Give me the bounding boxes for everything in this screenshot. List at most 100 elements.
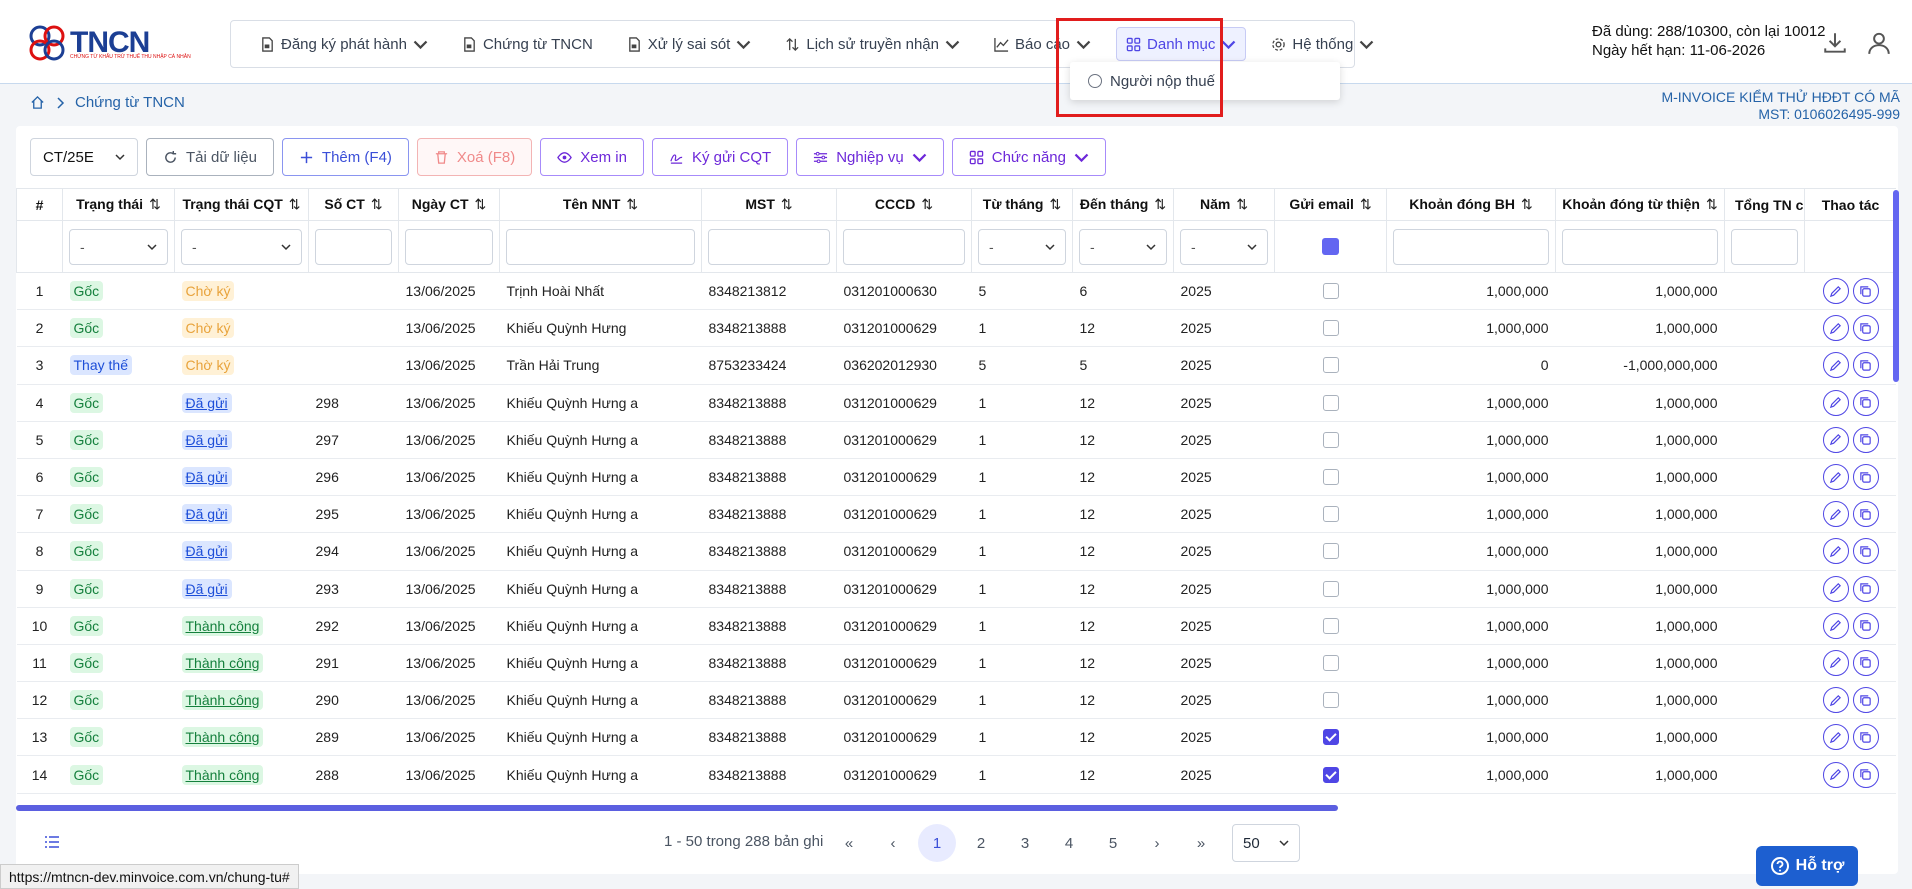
table-row[interactable]: 3 Thay thế Chờ ký 13/06/2025 Trần Hải Trung 8… [16,346,1896,385]
vertical-scrollbar[interactable] [1893,190,1899,382]
table-row[interactable]: 11 Gốc Thành công 291 13/06/2025 Khiếu Quỳnh … [16,644,1896,683]
home-icon[interactable] [30,95,45,110]
user-icon[interactable] [1866,30,1892,56]
download-icon[interactable] [1822,30,1848,56]
sort-icon[interactable]: ⇅ [1706,196,1718,212]
cqt-status-filter[interactable]: - [181,228,302,265]
sort-icon[interactable]: ⇅ [289,196,301,212]
ngay-ct-filter[interactable] [405,228,493,265]
tu-thang-filter[interactable]: - [978,228,1066,265]
copy-button[interactable] [1852,724,1879,751]
table-row[interactable]: 4 Gốc Đã gửi 298 13/06/2025 Khiếu Quỳnh Hưng … [16,384,1896,422]
sign-send-button[interactable]: Ký gửi CQT [651,138,789,176]
copy-button[interactable] [1852,389,1879,416]
email-checkbox[interactable] [1322,580,1339,597]
table-row[interactable]: 10 Gốc Thành công 292 13/06/2025 Khiếu Quỳnh … [16,607,1896,645]
copy-button[interactable] [1852,464,1879,491]
email-checkbox[interactable] [1322,506,1339,523]
col-header[interactable]: Đến tháng ⇅ [1072,188,1174,221]
table-row[interactable]: 6 Gốc Đã gửi 296 13/06/2025 Khiếu Quỳnh Hưng … [16,458,1896,497]
nav-xu-ly-sai-sot[interactable]: Xử lý sai sót [618,27,761,61]
edit-button[interactable] [1822,464,1849,491]
table-row[interactable]: 9 Gốc Đã gửi 293 13/06/2025 Khiếu Quỳnh Hưng … [16,570,1896,608]
sort-icon[interactable]: ⇅ [1521,196,1533,212]
sort-icon[interactable]: ⇅ [1049,196,1061,212]
table-row[interactable]: 2 Gốc Chờ ký 13/06/2025 Khiếu Quỳnh Hưng 8348… [16,309,1896,348]
page-button-4[interactable]: 4 [1050,824,1088,862]
col-header[interactable]: MST ⇅ [701,188,837,221]
col-header[interactable]: Tổng TN c [1724,188,1805,221]
functions-menu-button[interactable]: Chức năng [951,138,1106,176]
col-header[interactable]: Trạng thái CQT ⇅ [174,188,309,221]
table-row[interactable]: 13 Gốc Thành công 289 13/06/2025 Khiếu Quỳnh … [16,718,1896,757]
email-checkbox[interactable] [1322,394,1339,411]
tong-tn-filter[interactable] [1731,228,1798,265]
nav-dang-ky-phat-hanh[interactable]: Đăng ký phát hành [251,27,437,61]
email-checkbox[interactable] [1322,320,1339,337]
copy-button[interactable] [1852,538,1879,565]
edit-button[interactable] [1822,612,1849,639]
nam-filter[interactable]: - [1180,228,1268,265]
email-checkbox[interactable] [1322,469,1339,486]
cqt-status-badge[interactable]: Đã gửi [181,467,232,488]
page-size-select[interactable]: 50 [1232,824,1300,862]
email-checkbox[interactable] [1322,431,1339,448]
edit-button[interactable] [1822,501,1849,528]
cqt-status-badge[interactable]: Đã gửi [181,578,232,599]
email-checkbox[interactable] [1322,283,1339,300]
den-thang-filter[interactable]: - [1079,228,1167,265]
app-logo[interactable]: TNCN CHỨNG TỪ KHẤU TRỪ THUẾ THU NHẬP CÁ … [28,24,191,64]
sort-icon[interactable]: ⇅ [1154,196,1166,212]
cqt-status-badge[interactable]: Thành công [181,690,264,711]
copy-button[interactable] [1852,315,1879,342]
sort-icon[interactable]: ⇅ [475,196,487,212]
business-menu-button[interactable]: Nghiệp vụ [796,138,944,176]
edit-button[interactable] [1822,575,1849,602]
table-row[interactable]: 8 Gốc Đã gửi 294 13/06/2025 Khiếu Quỳnh Hưng … [16,532,1896,571]
cqt-status-badge[interactable]: Đã gửi [181,541,232,562]
edit-button[interactable] [1822,278,1849,305]
ten-nnt-filter[interactable] [506,228,695,265]
copy-button[interactable] [1852,426,1879,453]
cqt-status-badge[interactable]: Thành công [181,652,264,673]
nav-lich-su-truyen-nhan[interactable]: Lịch sử truyền nhận [776,27,969,61]
col-header[interactable]: Số CT ⇅ [308,188,399,221]
cccd-filter[interactable] [843,228,965,265]
page-button-3[interactable]: 3 [1006,824,1044,862]
support-button[interactable]: Hỗ trợ [1756,846,1858,886]
email-checkbox[interactable] [1322,543,1339,560]
edit-button[interactable] [1822,426,1849,453]
sort-icon[interactable]: ⇅ [921,196,933,212]
cqt-status-badge[interactable]: Đã gửi [181,429,232,450]
col-header[interactable]: Năm ⇅ [1173,188,1275,221]
edit-button[interactable] [1822,389,1849,416]
cqt-status-badge[interactable]: Thành công [181,727,264,748]
status-filter[interactable]: - [69,228,168,265]
next-page-button[interactable]: › [1138,824,1176,862]
cqt-status-badge[interactable]: Đã gửi [181,504,232,525]
email-checkbox[interactable] [1322,766,1339,783]
add-button[interactable]: Thêm (F4) [281,138,409,176]
sort-icon[interactable]: ⇅ [1236,196,1248,212]
copy-button[interactable] [1852,649,1879,676]
email-filter-checkbox[interactable] [1322,238,1339,255]
edit-button[interactable] [1822,687,1849,714]
first-page-button[interactable]: « [830,824,868,862]
table-row[interactable]: 7 Gốc Đã gửi 295 13/06/2025 Khiếu Quỳnh Hưng … [16,495,1896,534]
cqt-status-badge[interactable]: Đã gửi [181,392,232,413]
last-page-button[interactable]: » [1182,824,1220,862]
cqt-status-badge[interactable]: Thành công [181,615,264,636]
email-checkbox[interactable] [1322,729,1339,746]
horizontal-scrollbar[interactable] [16,805,1338,811]
delete-button[interactable]: Xoá (F8) [416,138,533,176]
sort-icon[interactable]: ⇅ [781,196,793,212]
email-checkbox[interactable] [1322,654,1339,671]
copy-button[interactable] [1852,761,1879,788]
cqt-status-badge[interactable]: Thành công [181,764,264,785]
copy-button[interactable] [1852,352,1879,379]
sort-icon[interactable]: ⇅ [1360,196,1372,212]
table-row[interactable]: 1 Gốc Chờ ký 13/06/2025 Trịnh Hoài Nhất 83482… [16,272,1896,311]
table-row[interactable]: 14 Gốc Thành công 288 13/06/2025 Khiếu Quỳnh … [16,755,1896,794]
col-header[interactable]: Ngày CT ⇅ [398,188,500,221]
copy-button[interactable] [1852,612,1879,639]
